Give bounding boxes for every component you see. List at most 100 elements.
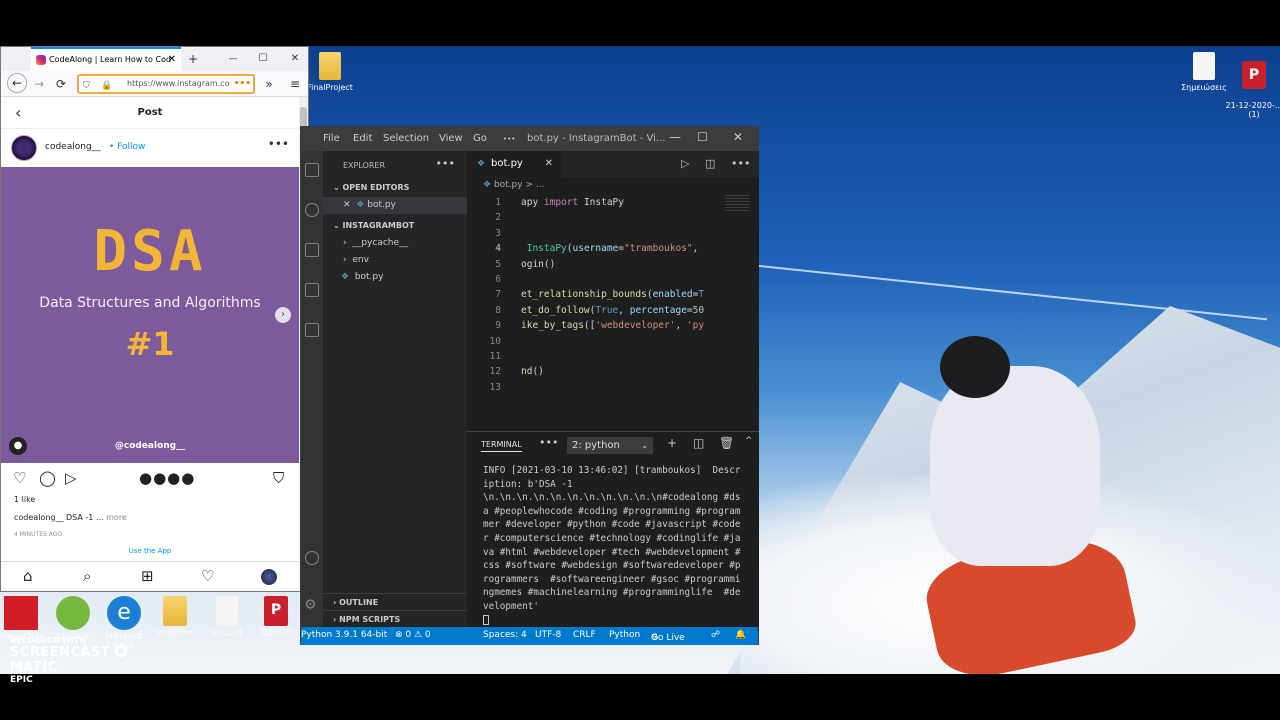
close-tab-icon[interactable]: ✕ bbox=[545, 151, 553, 177]
menu-view[interactable]: View bbox=[439, 133, 463, 144]
gear-icon[interactable]: ⚙ bbox=[304, 597, 318, 613]
panel-more-icon[interactable]: ••• bbox=[539, 436, 558, 449]
bell-icon[interactable]: 🔔 bbox=[735, 630, 746, 640]
lock-icon[interactable]: 🔒 bbox=[101, 78, 112, 92]
code-line[interactable]: 11 bbox=[467, 349, 759, 364]
status-eol[interactable]: CRLF bbox=[573, 630, 596, 640]
explorer-more-icon[interactable]: ••• bbox=[436, 157, 455, 170]
use-app-link[interactable]: Use the App bbox=[1, 547, 299, 555]
code-line[interactable]: 4 InstaPy(username="tramboukos", bbox=[467, 241, 759, 256]
code-line[interactable]: 12 nd() bbox=[467, 364, 759, 379]
run-debug-icon[interactable] bbox=[305, 283, 319, 297]
code-line[interactable]: 3 bbox=[467, 226, 759, 241]
shield-icon[interactable]: ⛉ bbox=[83, 78, 90, 92]
close-window-button[interactable]: ✕ bbox=[283, 47, 307, 71]
tree-item-botpy[interactable]: ❖ bot.py bbox=[323, 269, 467, 286]
desktop-icon-pdf[interactable]: P 21-12-2020-... (1) bbox=[1219, 52, 1280, 128]
status-problems[interactable]: ⊗ 0 ⚠ 0 bbox=[395, 630, 431, 640]
open-editor-botpy[interactable]: ✕ ❖ bot.py bbox=[323, 197, 467, 214]
menu-selection[interactable]: Selection bbox=[383, 133, 429, 144]
menu-edit[interactable]: Edit bbox=[353, 133, 372, 144]
npm-scripts-section[interactable]: › NPM SCRIPTS bbox=[323, 610, 467, 627]
activity-heart-icon[interactable]: ♡ bbox=[201, 567, 214, 585]
open-editors-section[interactable]: ⌄ OPEN EDITORS bbox=[333, 183, 409, 192]
project-section[interactable]: ⌄ INSTAGRAMBOT bbox=[333, 221, 414, 230]
back-button[interactable]: ← bbox=[7, 73, 27, 93]
code-line[interactable]: 2 bbox=[467, 210, 759, 225]
profile-avatar-icon[interactable] bbox=[261, 569, 277, 585]
source-control-icon[interactable] bbox=[305, 243, 319, 257]
search-icon[interactable]: ⌕ bbox=[83, 567, 91, 585]
split-editor-icon[interactable]: ◫ bbox=[705, 157, 715, 170]
status-python-interpreter[interactable]: Python 3.9.1 64-bit bbox=[301, 630, 387, 640]
desktop-icon-utorrent[interactable]: uTorrent bbox=[48, 596, 98, 641]
new-tab-button[interactable]: + bbox=[181, 47, 205, 71]
tab-close-icon[interactable]: ✕ bbox=[168, 49, 176, 71]
vs-close-button[interactable]: ✕ bbox=[733, 130, 743, 144]
split-terminal-icon[interactable]: ◫ bbox=[693, 436, 704, 450]
status-encoding[interactable]: UTF-8 bbox=[535, 630, 561, 640]
caption-more-link[interactable]: more bbox=[106, 513, 127, 522]
code-line[interactable]: 7 et_relationship_bounds(enabled=T bbox=[467, 287, 759, 302]
account-icon[interactable] bbox=[305, 551, 319, 565]
extensions-icon[interactable] bbox=[305, 323, 319, 337]
desktop-icon-odigies[interactable]: P ΟΔΗΓΙΕ bbox=[251, 596, 301, 637]
code-line[interactable]: 8 et_do_follow(True, percentage=50 bbox=[467, 303, 759, 318]
tree-item-env[interactable]: › env bbox=[323, 252, 467, 269]
code-line[interactable]: 9 ike_by_tags(['webdeveloper', 'py bbox=[467, 318, 759, 333]
more-options-icon[interactable]: ••• bbox=[268, 137, 289, 151]
explorer-icon[interactable] bbox=[305, 163, 319, 177]
desktop-icon-milkplan[interactable]: milkplan bbox=[150, 596, 200, 637]
maximize-button[interactable]: ☐ bbox=[251, 47, 275, 71]
terminal-tab[interactable]: TERMINAL bbox=[481, 440, 522, 452]
comment-icon[interactable]: ◯ bbox=[39, 469, 56, 487]
desktop-icon-asspsd[interactable]: ass.psd bbox=[202, 596, 252, 637]
browser-tab[interactable]: CodeAlong | Learn How to Cod ✕ bbox=[31, 47, 181, 71]
page-actions-button[interactable]: ••• bbox=[234, 76, 251, 92]
code-line[interactable]: 10 bbox=[467, 334, 759, 349]
run-icon[interactable]: ▷ bbox=[681, 157, 689, 170]
bookmark-icon[interactable]: ⛉ bbox=[273, 469, 284, 487]
share-icon[interactable]: ▷ bbox=[65, 469, 77, 487]
tree-item-pycache[interactable]: › __pycache__ bbox=[323, 235, 467, 252]
menu-more[interactable]: ••• bbox=[503, 135, 515, 143]
code-line[interactable]: 13 bbox=[467, 380, 759, 395]
editor-more-icon[interactable]: ••• bbox=[731, 157, 750, 170]
code-lines[interactable]: 1 apy import InstaPy 2 3 4 InstaPy(username=… bbox=[467, 195, 759, 395]
vs-maximize-button[interactable]: ☐ bbox=[697, 130, 708, 144]
post-image[interactable]: DSA Data Structures and Algorithms #1 › … bbox=[1, 167, 299, 463]
url-bar[interactable]: ⛉ 🔒 https://www.instagram.co ••• bbox=[77, 74, 255, 94]
vs-minimize-button[interactable]: — bbox=[669, 130, 681, 144]
code-editor[interactable]: ❖ bot.py ✕ ▷ ◫ ••• ❖ bot.py > ... 1 apy i… bbox=[467, 151, 759, 431]
code-line[interactable]: 5 ogin() bbox=[467, 257, 759, 272]
carousel-next-button[interactable]: › bbox=[275, 307, 291, 323]
feedback-icon[interactable]: ☍ bbox=[711, 630, 720, 640]
reload-button[interactable]: ⟳ bbox=[51, 73, 71, 95]
status-indentation[interactable]: Spaces: 4 bbox=[483, 630, 527, 640]
search-icon[interactable] bbox=[305, 203, 319, 217]
home-icon[interactable]: ⌂ bbox=[23, 567, 33, 585]
menu-file[interactable]: File bbox=[323, 133, 340, 144]
new-terminal-icon[interactable]: + bbox=[667, 436, 677, 450]
likes-count[interactable]: 1 like bbox=[14, 495, 35, 504]
heart-icon[interactable]: ♡ bbox=[13, 469, 26, 487]
forward-button[interactable]: → bbox=[29, 73, 49, 95]
code-line[interactable]: 1 apy import InstaPy bbox=[467, 195, 759, 210]
terminal-select[interactable]: 2: python ⌄ bbox=[567, 437, 653, 454]
desktop-icon-marvelltray[interactable]: MarvellTray bbox=[0, 596, 46, 641]
new-post-icon[interactable]: ⊞ bbox=[141, 567, 154, 585]
minimize-button[interactable]: — bbox=[221, 47, 245, 71]
maximize-panel-icon[interactable]: ^ bbox=[745, 436, 753, 446]
menu-go[interactable]: Go bbox=[473, 133, 487, 144]
follow-button[interactable]: • Follow bbox=[109, 142, 145, 152]
username-link[interactable]: codealong__ bbox=[45, 142, 101, 152]
outline-section[interactable]: › OUTLINE bbox=[323, 593, 467, 610]
editor-tab-botpy[interactable]: ❖ bot.py ✕ bbox=[467, 151, 561, 177]
overflow-chevron-icon[interactable]: » bbox=[259, 73, 279, 95]
trash-icon[interactable]: 🗑 bbox=[719, 436, 734, 450]
breadcrumb[interactable]: ❖ bot.py > ... bbox=[467, 177, 759, 193]
avatar[interactable] bbox=[11, 135, 37, 161]
hamburger-menu-icon[interactable]: ≡ bbox=[285, 73, 305, 95]
status-language[interactable]: Python bbox=[609, 630, 640, 640]
code-line[interactable]: 6 bbox=[467, 272, 759, 287]
